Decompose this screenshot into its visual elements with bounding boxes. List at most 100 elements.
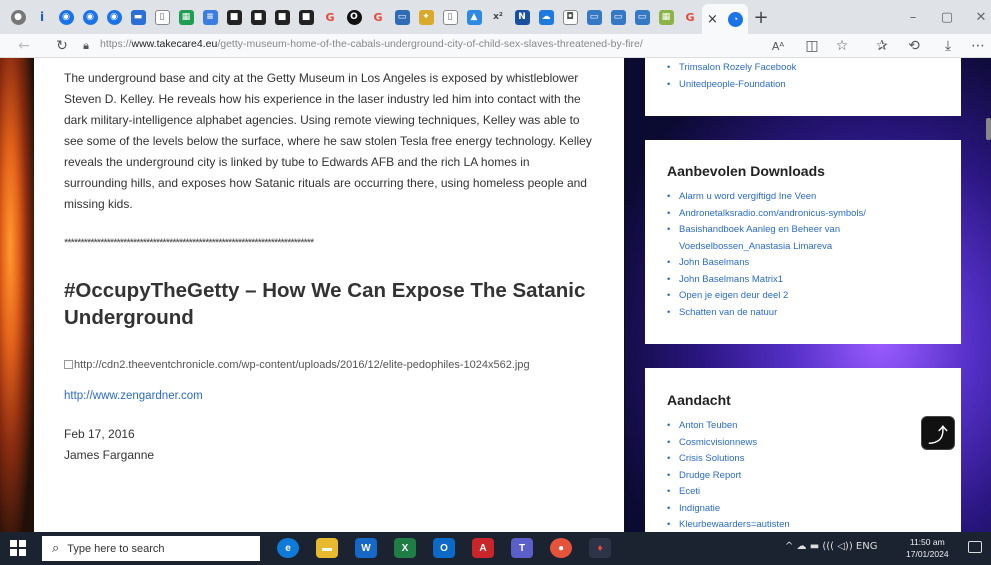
url-domain: www.takecare4.eu [131, 38, 218, 50]
favorite-star-icon[interactable]: ☆ [832, 36, 852, 56]
file-explorer-icon[interactable]: ▬ [316, 538, 338, 558]
tab-puzzle[interactable]: ✦ [414, 3, 438, 31]
aandacht-title: Aandacht [667, 392, 731, 408]
maximize-icon[interactable]: ▢ [929, 0, 965, 34]
minimize-icon[interactable]: – [895, 0, 931, 34]
aandacht-link[interactable]: Eceti [667, 484, 939, 501]
tab-cloud[interactable]: ☁ [534, 3, 558, 31]
web-page: The underground base and city at the Get… [0, 58, 991, 532]
sidebar-link[interactable]: Unitedpeople-Foundation [667, 77, 939, 94]
url-field[interactable]: https://www.takecare4.eu/getty-museum-ho… [100, 38, 643, 50]
aandacht-link[interactable]: Kleurbewaarders=autisten [667, 517, 939, 532]
tab-sheets[interactable]: ▦ [654, 3, 678, 31]
article-author: James Farganne [64, 448, 155, 462]
tab-arrow[interactable]: ▲ [462, 3, 486, 31]
read-aloud-icon[interactable]: Aᴬ [768, 36, 788, 56]
image-alt-text: http://cdn2.theeventchronicle.com/wp-con… [74, 359, 530, 371]
aandacht-link[interactable]: Crisis Solutions [667, 451, 939, 468]
tab-chrome[interactable]: ◉ [54, 3, 78, 31]
edge-app-icon[interactable]: e [277, 538, 299, 558]
aandacht-link[interactable]: Cosmicvisionnews [667, 435, 939, 452]
tab-window[interactable]: ▭ [582, 3, 606, 31]
outlook-icon[interactable]: O [433, 538, 455, 558]
zengardner-link[interactable]: http://www.zengardner.com [64, 390, 594, 402]
notifications-icon[interactable] [968, 541, 982, 553]
fire-background [0, 58, 34, 532]
download-link[interactable]: Basishandboek Aanleg en Beheer van Voeds… [667, 222, 939, 255]
refresh-icon[interactable]: ↻ [52, 36, 72, 56]
download-link[interactable]: Schatten van de natuur [667, 305, 939, 322]
broken-image: http://cdn2.theeventchronicle.com/wp-con… [64, 355, 594, 376]
taskbar: ⌕ Type here to search e ▬ W X O A T ● ♦ … [0, 532, 991, 565]
tab-notion[interactable]: N [510, 3, 534, 31]
sidebar-link[interactable]: Trimsalon Rozely Facebook [667, 60, 939, 77]
tab-image[interactable]: ◘ [558, 3, 582, 31]
tab-strip: ● i ◉ ◉ ◉ ▬ ▯ ▦ ≡ ■ ■ ■ ■ G O G ▭ ✦ ▯ ▲ … [0, 0, 991, 34]
search-placeholder: Type here to search [67, 542, 165, 555]
tab-page[interactable]: ▯ [438, 3, 462, 31]
split-screen-icon[interactable]: ◫ [802, 36, 822, 56]
tab-docs[interactable]: ≡ [198, 3, 222, 31]
article-meta: Feb 17, 2016 James Farganne [64, 424, 594, 466]
download-icon[interactable]: ⤓ [938, 36, 958, 56]
favorites-icon[interactable]: ✰ [872, 36, 892, 56]
tab-chrome[interactable]: ◉ [78, 3, 102, 31]
lock-icon[interactable]: 🔒︎ [76, 36, 96, 56]
aandacht-link[interactable]: Anton Teuben [667, 418, 939, 435]
tab-video[interactable]: ■ [222, 3, 246, 31]
back-icon[interactable]: ← [14, 36, 34, 56]
tab-chart[interactable]: x² [486, 3, 510, 31]
windows-start-icon[interactable] [10, 540, 26, 556]
history-icon[interactable]: ⟲ [904, 36, 924, 56]
tab-window[interactable]: ▭ [390, 3, 414, 31]
tab-window[interactable]: ▭ [606, 3, 630, 31]
download-link[interactable]: Open je eigen deur deel 2 [667, 288, 939, 305]
tab-profile[interactable]: ● [6, 3, 30, 31]
downloads-widget: Aanbevolen Downloads Alarm u word vergif… [645, 140, 961, 344]
scroll-to-top-icon[interactable]: ⤴ [921, 416, 955, 450]
new-tab-button[interactable]: + [748, 7, 774, 28]
tab-chrome[interactable]: ◉ [102, 3, 126, 31]
download-link[interactable]: John Baselmans Matrix1 [667, 272, 939, 289]
downloads-title: Aanbevolen Downloads [667, 163, 825, 179]
tab-sheets[interactable]: ▦ [174, 3, 198, 31]
article-heading: #OccupyTheGetty – How We Can Expose The … [64, 279, 586, 329]
tab-info[interactable]: i [30, 3, 54, 31]
active-tab[interactable]: × ◔ [702, 4, 748, 34]
clock[interactable]: 11:50 am 17/01/2024 [906, 536, 949, 560]
chrome-app-icon[interactable]: ● [550, 538, 572, 558]
tab-google[interactable]: G [318, 3, 342, 31]
system-tray[interactable]: ^ ☁ ▬ ((( ◁)) ENG [785, 541, 877, 552]
word-icon[interactable]: W [355, 538, 377, 558]
clock-date: 17/01/2024 [906, 549, 949, 559]
tab-opera[interactable]: O [342, 3, 366, 31]
url-prefix: https:// [100, 38, 132, 50]
download-link[interactable]: Andronetalksradio.com/andronicus-symbols… [667, 206, 939, 223]
excel-icon[interactable]: X [394, 538, 416, 558]
article-date: Feb 17, 2016 [64, 427, 135, 441]
aandacht-link[interactable]: Indignatie [667, 501, 939, 518]
tab-video[interactable]: ■ [246, 3, 270, 31]
download-link[interactable]: John Baselmans [667, 255, 939, 272]
teams-icon[interactable]: T [511, 538, 533, 558]
acrobat-icon[interactable]: A [472, 538, 494, 558]
aandacht-link[interactable]: Drudge Report [667, 468, 939, 485]
tab-page[interactable]: ▯ [150, 3, 174, 31]
taskbar-search[interactable]: ⌕ Type here to search [42, 536, 260, 561]
url-path: /getty-museum-home-of-the-cabals-undergr… [217, 38, 643, 50]
pinned-app-icon[interactable]: ♦ [589, 538, 611, 558]
more-icon[interactable]: ⋯ [968, 36, 988, 56]
address-bar: ← ↻ 🔒︎ https://www.takecare4.eu/getty-mu… [0, 34, 991, 58]
tab-google[interactable]: G [366, 3, 390, 31]
download-link[interactable]: Alarm u word vergiftigd Ine Veen [667, 189, 939, 206]
tab-close-icon[interactable]: × [707, 12, 718, 27]
article-paragraph: The underground base and city at the Get… [64, 71, 592, 211]
scrollbar[interactable] [986, 118, 991, 140]
tab-google[interactable]: G [678, 3, 702, 31]
tab-window[interactable]: ▭ [630, 3, 654, 31]
tab-video[interactable]: ■ [294, 3, 318, 31]
tab-video[interactable]: ■ [270, 3, 294, 31]
aandacht-widget: Aandacht Anton Teuben Cosmicvisionnews C… [645, 368, 961, 532]
close-window-icon[interactable]: ✕ [963, 0, 991, 34]
tab-message[interactable]: ▬ [126, 3, 150, 31]
